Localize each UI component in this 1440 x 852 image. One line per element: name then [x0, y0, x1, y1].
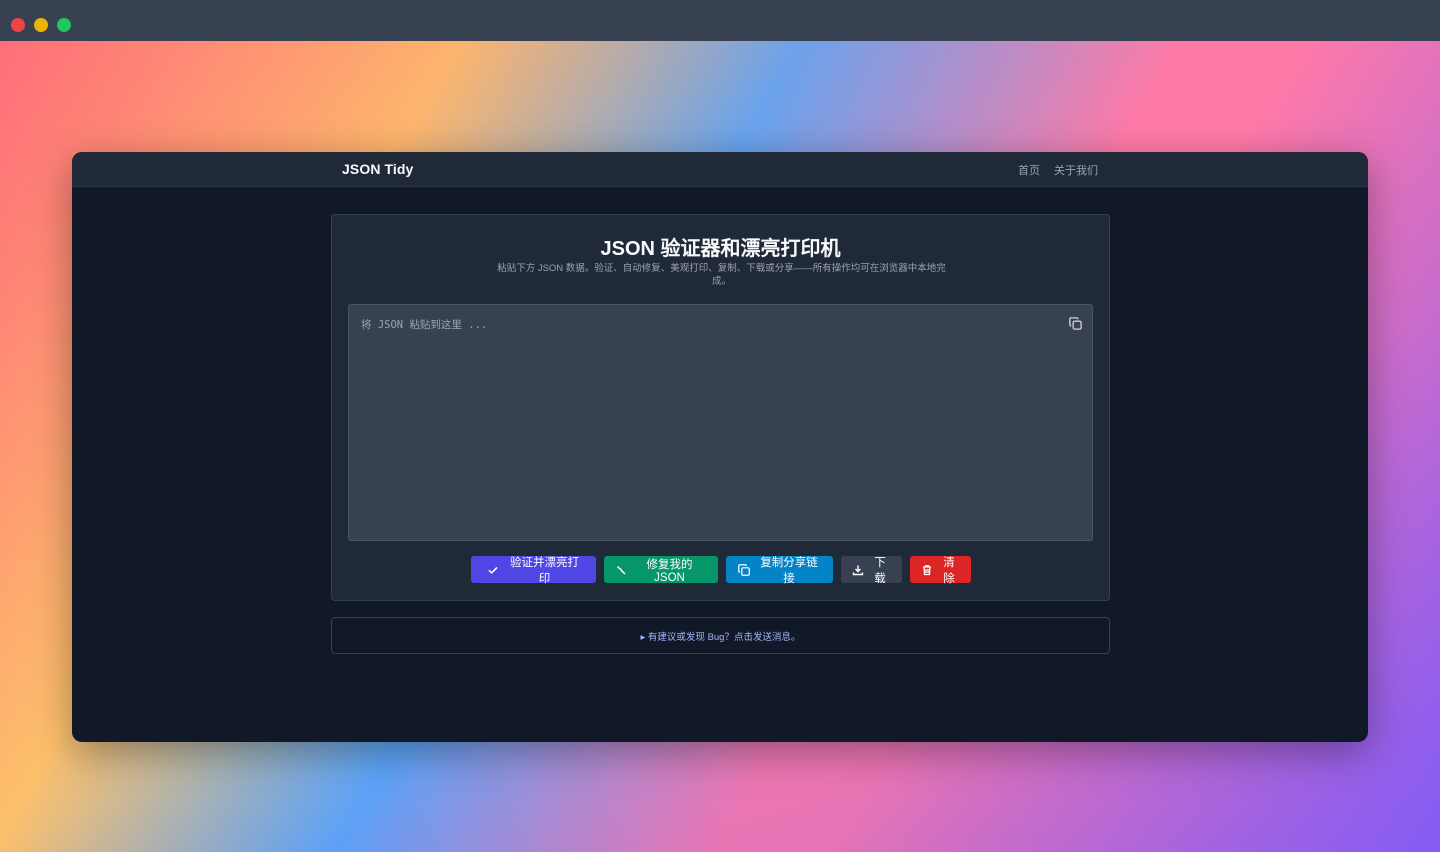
wrench-icon — [616, 565, 626, 575]
copy-icon — [737, 563, 750, 576]
download-button-label: 下载 — [874, 556, 886, 585]
share-link-button[interactable]: 复制分享链接 — [725, 556, 833, 585]
download-button[interactable]: 下载 — [840, 556, 902, 585]
feedback-toggle[interactable]: ▸ 有建议或发现 Bug？点击发送消息。 — [331, 617, 1110, 654]
repair-button-label: 修复我的 JSON — [646, 558, 693, 584]
brand-logo[interactable]: JSON Tidy — [342, 161, 413, 177]
trash-icon — [922, 564, 931, 575]
close-window-button[interactable] — [11, 18, 25, 32]
validator-card: JSON 验证器和漂亮打印机 粘贴下方 JSON 数据。验证、自动修复、美观打印… — [331, 214, 1110, 601]
app-header: JSON Tidy 首页 关于我们 — [72, 152, 1368, 187]
desktop-background: JSON Tidy 首页 关于我们 JSON 验证器和漂亮打印机 粘贴下方 JS… — [0, 41, 1440, 852]
feedback-text: ▸ 有建议或发现 Bug？点击发送消息。 — [640, 631, 801, 643]
copy-icon — [1068, 316, 1082, 330]
os-title-bar — [0, 0, 1440, 41]
minimize-window-button[interactable] — [34, 18, 48, 32]
nav-home-link[interactable]: 首页 — [1018, 162, 1040, 178]
validate-button[interactable]: 验证并漂亮打印 — [470, 556, 596, 585]
share-button-label: 复制分享链接 — [760, 556, 818, 585]
nav-about-link[interactable]: 关于我们 — [1054, 162, 1098, 178]
app-window: JSON Tidy 首页 关于我们 JSON 验证器和漂亮打印机 粘贴下方 JS… — [72, 152, 1368, 742]
top-nav: 首页 关于我们 — [1018, 162, 1098, 178]
repair-button[interactable]: 修复我的 JSON — [603, 556, 718, 584]
validate-button-label: 验证并漂亮打印 — [510, 556, 579, 585]
clear-button-label: 清除 — [943, 556, 955, 585]
maximize-window-button[interactable] — [57, 18, 71, 32]
action-buttons: 验证并漂亮打印 修复我的 JSON 复制分享链接 下载 清除 — [332, 556, 1109, 585]
page-subtitle: 粘贴下方 JSON 数据。验证、自动修复、美观打印、复制、下载或分享——所有操作… — [497, 263, 946, 287]
editor-copy-button[interactable] — [1066, 314, 1084, 332]
check-icon — [487, 566, 498, 574]
json-input[interactable] — [348, 304, 1093, 541]
page-title: JSON 验证器和漂亮打印机 — [600, 238, 841, 260]
download-icon — [852, 565, 863, 575]
clear-button[interactable]: 清除 — [909, 556, 971, 585]
